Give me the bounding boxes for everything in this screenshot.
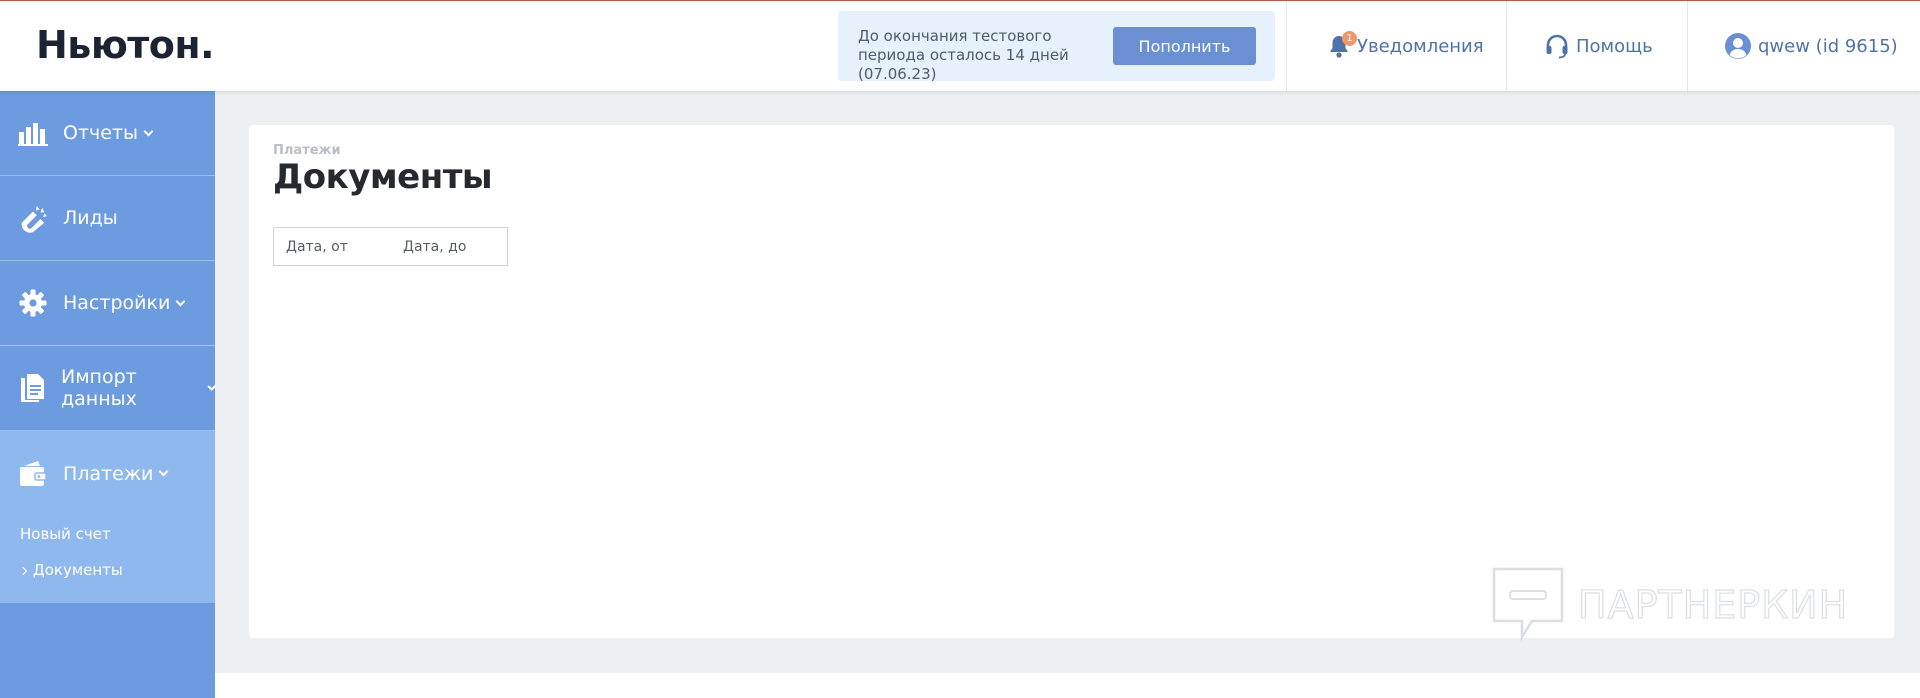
page-title: Документы — [273, 157, 493, 197]
chevron-down-icon — [158, 466, 169, 477]
date-range-filter — [273, 227, 508, 266]
sidebar-item-label: Платежи — [63, 462, 154, 485]
sidebar-item-leads[interactable]: Лиды — [0, 176, 215, 261]
speech-bubble-icon — [1492, 567, 1564, 642]
sidebar-item-import[interactable]: Импорт данных — [0, 346, 217, 431]
watermark-text: ПАРТНЕРКИН — [1577, 582, 1849, 627]
notifications-link[interactable]: 1 Уведомления — [1327, 1, 1484, 91]
notifications-badge: 1 — [1342, 31, 1357, 46]
bell-icon: 1 — [1327, 31, 1357, 59]
breadcrumb[interactable]: Платежи — [273, 143, 341, 158]
sidebar-item-payments-header[interactable]: Платежи — [0, 431, 215, 516]
sidebar-subitem-documents[interactable]: Документы — [0, 552, 215, 588]
user-menu[interactable]: qwew (id 9615) — [1724, 1, 1898, 91]
date-from-input[interactable] — [274, 228, 391, 265]
user-name: qwew (id 9615) — [1758, 35, 1898, 57]
sidebar-item-label: Настройки — [63, 292, 171, 314]
header-divider — [1506, 1, 1507, 91]
date-to-input[interactable] — [391, 228, 508, 265]
help-label: Помощь — [1576, 35, 1653, 57]
magnet-icon — [18, 203, 48, 233]
headset-icon — [1544, 33, 1576, 59]
top-up-button[interactable]: Пополнить — [1113, 27, 1256, 65]
sidebar-item-payments: Платежи Новый счет Документы — [0, 431, 215, 603]
sidebar: Отчеты Лиды Настройки Импорт данных Плат… — [0, 91, 217, 698]
user-avatar-icon — [1724, 32, 1758, 60]
trial-message: До окончания тестового периода осталось … — [858, 27, 1069, 83]
chevron-down-icon — [143, 126, 154, 136]
chevron-down-icon — [175, 296, 186, 306]
header-divider — [1687, 1, 1688, 91]
sidebar-item-reports[interactable]: Отчеты — [0, 91, 215, 176]
document-icon — [18, 373, 46, 403]
watermark: ПАРТНЕРКИН — [1490, 565, 1848, 645]
notifications-label: Уведомления — [1357, 35, 1484, 57]
sidebar-item-label: Лиды — [63, 207, 118, 229]
sidebar-subitem-label: Документы — [33, 561, 123, 579]
sidebar-subitem-label: Новый счет — [20, 525, 111, 543]
trial-banner: До окончания тестового периода осталось … — [838, 11, 1275, 83]
sidebar-item-label: Импорт данных — [61, 366, 137, 410]
wallet-icon — [18, 459, 48, 489]
app-logo[interactable]: Ньютон. — [36, 23, 215, 67]
documents-card: Платежи Документы — [249, 125, 1894, 638]
help-link[interactable]: Помощь — [1544, 1, 1653, 91]
bar-chart-icon — [18, 118, 48, 148]
gear-icon — [18, 288, 48, 318]
sidebar-item-label: Отчеты — [63, 122, 139, 144]
chevron-right-icon — [18, 566, 28, 576]
sidebar-subitem-new-invoice[interactable]: Новый счет — [0, 516, 215, 552]
header-divider — [1286, 1, 1287, 91]
top-header: Ньютон. До окончания тестового периода о… — [0, 1, 1920, 91]
sidebar-item-settings[interactable]: Настройки — [0, 261, 215, 346]
